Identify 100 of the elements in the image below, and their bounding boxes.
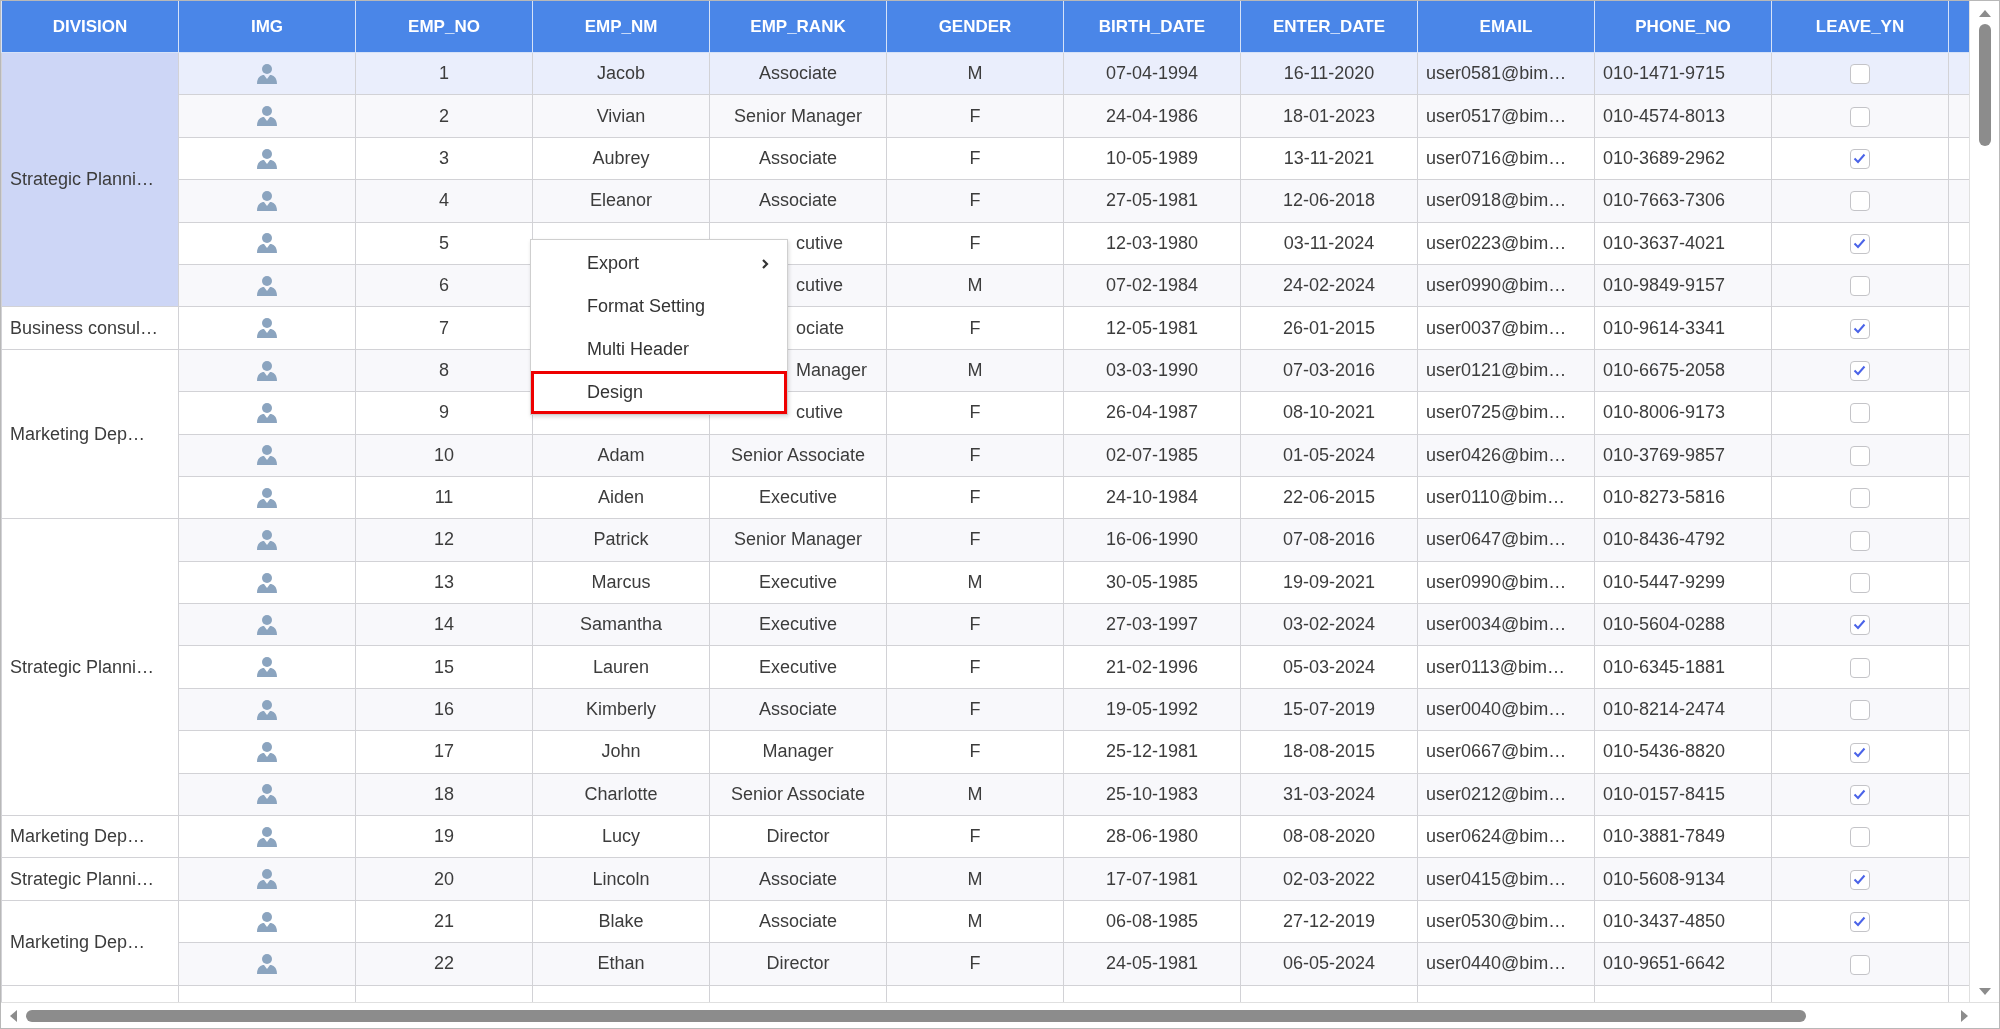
table-cell: 010-6345-1881: [1603, 656, 1726, 677]
table-cell: 010-9651-6642: [1603, 953, 1726, 974]
table-cell: 2: [439, 105, 449, 126]
column-header[interactable]: DIVISION: [52, 16, 128, 36]
table-cell: 22: [434, 953, 454, 974]
table-cell: user0647@bim…: [1426, 529, 1567, 550]
checkbox[interactable]: [1850, 191, 1870, 212]
column-header[interactable]: LEAVE_YN: [1815, 16, 1905, 36]
scroll-left-icon[interactable]: [9, 1008, 18, 1023]
checkbox[interactable]: [1850, 445, 1870, 466]
table-cell: 010-0157-8415: [1603, 783, 1726, 804]
table-cell: user0716@bim…: [1426, 147, 1567, 168]
table-cell: 17-07-1981: [1105, 868, 1199, 889]
menu-item[interactable]: Format Setting: [531, 285, 787, 328]
table-cell: Lincoln: [592, 868, 650, 889]
table-cell: Associate: [758, 147, 837, 168]
table-cell: 010-3437-4850: [1603, 911, 1726, 931]
table-cell: M: [967, 359, 983, 380]
menu-item[interactable]: Export: [531, 242, 787, 285]
checkbox[interactable]: [1850, 912, 1870, 933]
checkbox[interactable]: [1850, 700, 1870, 721]
table-cell: 010-3881-7849: [1603, 826, 1726, 847]
table-cell: Marcus: [591, 571, 651, 592]
table-cell: Director: [766, 953, 830, 974]
table-cell: 02-03-2022: [1282, 868, 1376, 889]
checkbox[interactable]: [1850, 827, 1870, 848]
table-cell: 24-05-1981: [1105, 953, 1199, 974]
checkbox[interactable]: [1850, 318, 1870, 339]
user-icon: [256, 698, 278, 721]
checkbox[interactable]: [1850, 64, 1870, 85]
table-cell: cutive: [796, 232, 844, 253]
checkbox[interactable]: [1850, 149, 1870, 170]
table-cell: Director: [766, 826, 830, 847]
table-cell: 27-12-2019: [1282, 911, 1376, 931]
table-cell: 010-9614-3341: [1603, 317, 1726, 338]
table-cell: 07-04-1994: [1105, 63, 1199, 84]
table-cell: Associate: [758, 699, 837, 720]
checkbox[interactable]: [1850, 488, 1870, 509]
table-cell: F: [969, 232, 981, 253]
table-cell: 12-06-2018: [1282, 190, 1376, 211]
table-cell: F: [969, 190, 981, 211]
table-cell: Executive: [758, 487, 837, 508]
table-cell: 28-06-1980: [1105, 826, 1199, 847]
table-cell: 12: [434, 529, 454, 550]
scrollbar-thumb[interactable]: [1978, 24, 1991, 146]
table-cell: 24-04-1986: [1105, 105, 1199, 126]
table-cell: 03-02-2024: [1282, 614, 1376, 635]
table-cell: user0667@bim…: [1426, 741, 1567, 762]
scroll-down-icon[interactable]: [1977, 987, 1992, 996]
checkbox[interactable]: [1850, 530, 1870, 551]
table-cell: F: [969, 317, 981, 338]
table-cell: 10-05-1989: [1105, 147, 1199, 168]
checkbox[interactable]: [1850, 657, 1870, 678]
checkbox[interactable]: [1850, 403, 1870, 424]
table-cell: Vivian: [596, 105, 646, 126]
table-cell: 17: [434, 741, 454, 762]
menu-item[interactable]: Multi Header: [531, 328, 787, 371]
table-cell: 010-7663-7306: [1603, 190, 1726, 211]
table-cell: Executive: [758, 571, 837, 592]
menu-item[interactable]: Design: [531, 371, 787, 414]
scroll-right-icon[interactable]: [1960, 1008, 1969, 1023]
table-cell: user0121@bim…: [1426, 359, 1567, 380]
scrollbar-thumb[interactable]: [26, 1009, 1806, 1022]
checkbox[interactable]: [1850, 361, 1870, 382]
table-cell: 13: [434, 571, 454, 592]
table-cell: 18-01-2023: [1282, 105, 1376, 126]
checkbox[interactable]: [1850, 615, 1870, 636]
checkbox[interactable]: [1850, 742, 1870, 763]
checkbox[interactable]: [1850, 106, 1870, 127]
checkbox[interactable]: [1850, 784, 1870, 805]
checkbox[interactable]: [1850, 233, 1870, 254]
table-cell: 7: [439, 317, 449, 338]
checkbox[interactable]: [1850, 954, 1870, 975]
scroll-up-icon[interactable]: [1977, 9, 1992, 18]
column-header[interactable]: EMAIL: [1479, 16, 1533, 36]
table-cell: F: [969, 614, 981, 635]
table-cell: 27-03-1997: [1105, 614, 1199, 635]
table-cell: 010-3637-4021: [1603, 232, 1726, 253]
table-cell: cutive: [796, 275, 844, 296]
table-cell: F: [969, 741, 981, 762]
table-cell: Senior Manager: [733, 529, 863, 550]
column-header[interactable]: IMG: [250, 16, 284, 36]
table-cell: 15-07-2019: [1282, 699, 1376, 720]
table-cell: 15: [434, 656, 454, 677]
table-cell: Aubrey: [592, 147, 650, 168]
column-header[interactable]: EMP_NM: [584, 16, 658, 36]
checkbox[interactable]: [1850, 573, 1870, 593]
table-cell: user0581@bim…: [1426, 63, 1567, 84]
checkbox[interactable]: [1850, 869, 1870, 890]
table-cell: user0440@bim…: [1426, 953, 1567, 974]
checkbox[interactable]: [1850, 276, 1870, 297]
user-icon: [256, 910, 278, 933]
table-cell: 30-05-1985: [1105, 571, 1199, 592]
table-cell: 010-3689-2962: [1603, 147, 1726, 168]
column-header[interactable]: GENDER: [938, 16, 1012, 36]
table-cell: 18: [434, 783, 454, 804]
division-cell: Strategic Planni…: [10, 868, 155, 889]
table-cell: 08-10-2021: [1282, 402, 1376, 423]
column-header[interactable]: EMP_NO: [408, 16, 480, 36]
table-cell: 24-10-1984: [1105, 487, 1199, 508]
